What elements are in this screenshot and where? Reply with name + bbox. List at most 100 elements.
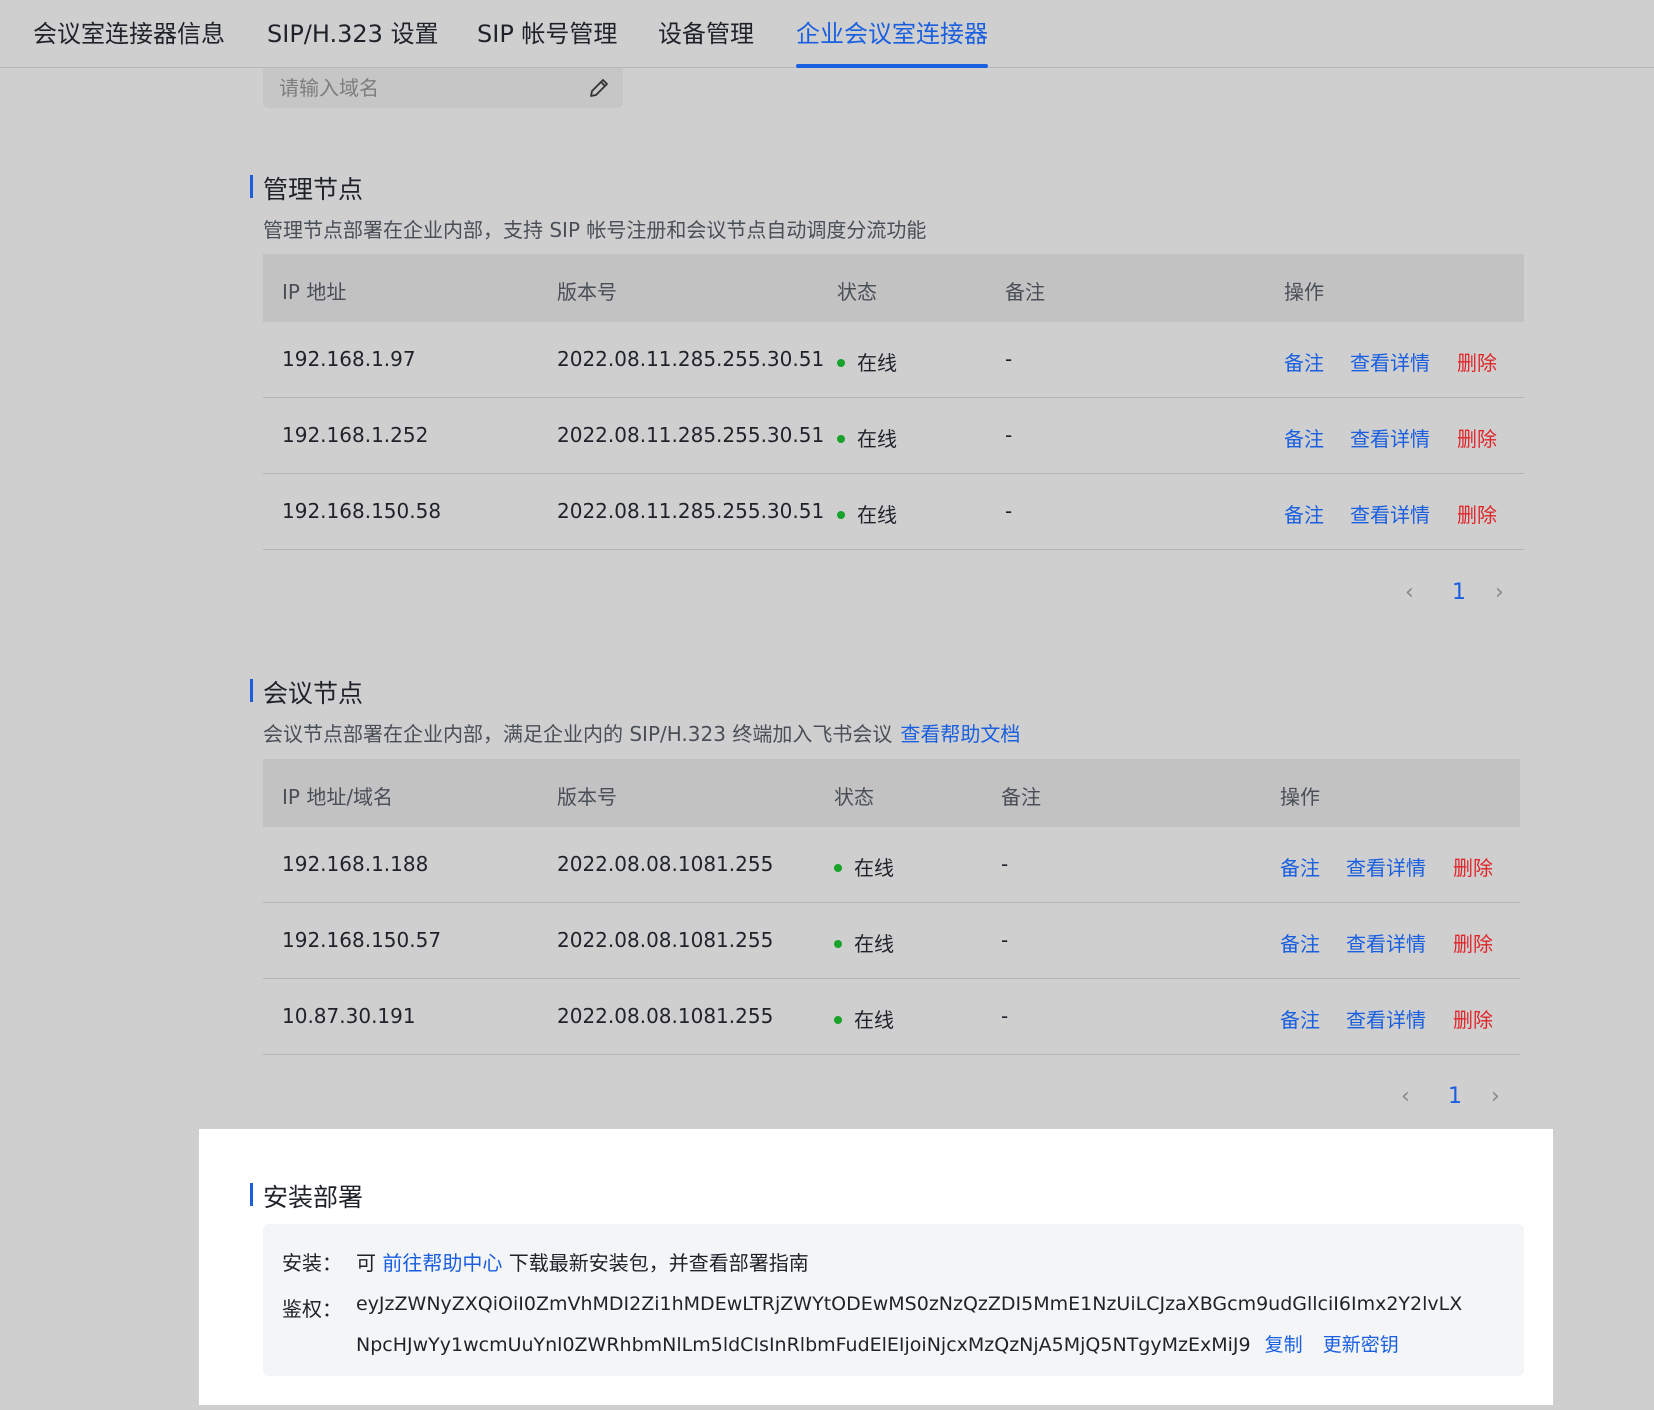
- page-number[interactable]: 1: [1448, 1084, 1462, 1109]
- cell-version: 2022.08.08.1081.255: [557, 852, 774, 876]
- note-button[interactable]: 备注: [1284, 499, 1324, 528]
- tab-device-management[interactable]: 设备管理: [658, 14, 754, 68]
- col-status: 状态: [834, 785, 874, 809]
- cell-note: -: [1001, 928, 1009, 952]
- delete-button[interactable]: 删除: [1457, 423, 1497, 452]
- table-row: 10.87.30.191 2022.08.08.1081.255 在线 - 备注…: [263, 979, 1520, 1055]
- auth-token-line-1: eyJzZWNyZXQiOiI0ZmVhMDI2Zi1hMDEwLTRjZWYt…: [356, 1293, 1463, 1315]
- install-text: 可 前往帮助中心 下载最新安装包，并查看部署指南: [356, 1247, 809, 1276]
- copy-button[interactable]: 复制: [1265, 1334, 1303, 1356]
- meeting-pagination: ‹ 1 ›: [1401, 1084, 1511, 1114]
- page-number[interactable]: 1: [1452, 580, 1466, 605]
- table-header: IP 地址/域名 版本号 状态 备注 操作: [263, 759, 1520, 827]
- tab-sip-account-management[interactable]: SIP 帐号管理: [477, 14, 617, 68]
- cell-note: -: [1001, 852, 1009, 876]
- next-page-chevron-icon[interactable]: ›: [1495, 580, 1504, 605]
- delete-button[interactable]: 删除: [1457, 499, 1497, 528]
- auth-label: 鉴权：: [282, 1297, 342, 1321]
- cell-ip: 192.168.150.57: [282, 928, 442, 952]
- delete-button[interactable]: 删除: [1457, 347, 1497, 376]
- help-doc-link[interactable]: 查看帮助文档: [900, 722, 1020, 746]
- col-version: 版本号: [557, 785, 617, 809]
- status-text: 在线: [857, 351, 897, 375]
- view-details-button[interactable]: 查看详情: [1350, 423, 1430, 452]
- cell-status: 在线: [837, 423, 897, 452]
- cell-note: -: [1005, 499, 1013, 523]
- meeting-section-title: 会议节点: [250, 674, 363, 710]
- online-status-dot-icon: [837, 434, 845, 443]
- col-note: 备注: [1005, 280, 1045, 304]
- view-details-button[interactable]: 查看详情: [1346, 852, 1426, 881]
- prev-page-chevron-icon[interactable]: ‹: [1405, 580, 1414, 605]
- note-button[interactable]: 备注: [1280, 1004, 1320, 1033]
- auth-token-text: NpcHJwYy1wcmUuYnl0ZWRhbmNlLm5ldCIsInRlbm…: [356, 1334, 1251, 1356]
- cell-ip: 192.168.1.252: [282, 423, 429, 447]
- online-status-dot-icon: [834, 939, 842, 948]
- status-text: 在线: [854, 1008, 894, 1032]
- cell-ip: 192.168.1.97: [282, 347, 416, 371]
- online-status-dot-icon: [837, 358, 845, 367]
- col-version: 版本号: [557, 280, 617, 304]
- domain-input-container: [263, 68, 623, 108]
- table-row: 192.168.150.58 2022.08.11.285.255.30.51 …: [263, 474, 1524, 550]
- help-center-link[interactable]: 前往帮助中心: [382, 1251, 502, 1275]
- table-header: IP 地址 版本号 状态 备注 操作: [263, 254, 1524, 322]
- install-prefix: 可: [356, 1251, 376, 1275]
- status-text: 在线: [854, 856, 894, 880]
- cell-ip: 192.168.1.188: [282, 852, 429, 876]
- table-row: 192.168.1.97 2022.08.11.285.255.30.51 在线…: [263, 322, 1524, 398]
- cell-status: 在线: [837, 347, 897, 376]
- note-button[interactable]: 备注: [1284, 347, 1324, 376]
- cell-version: 2022.08.11.285.255.30.51: [557, 499, 825, 523]
- mgmt-pagination: ‹ 1 ›: [1405, 580, 1515, 610]
- cell-version: 2022.08.11.285.255.30.51: [557, 347, 825, 371]
- col-status: 状态: [837, 280, 877, 304]
- delete-button[interactable]: 删除: [1453, 928, 1493, 957]
- status-text: 在线: [857, 503, 897, 527]
- status-text: 在线: [857, 427, 897, 451]
- domain-input[interactable]: [279, 68, 569, 108]
- online-status-dot-icon: [837, 510, 845, 519]
- cell-note: -: [1005, 347, 1013, 371]
- cell-ip: 192.168.150.58: [282, 499, 442, 523]
- tab-sip-h323-settings[interactable]: SIP/H.323 设置: [267, 14, 439, 68]
- cell-ip: 10.87.30.191: [282, 1004, 416, 1028]
- view-details-button[interactable]: 查看详情: [1346, 928, 1426, 957]
- status-text: 在线: [854, 932, 894, 956]
- pencil-edit-icon[interactable]: [587, 76, 611, 100]
- cell-version: 2022.08.08.1081.255: [557, 928, 774, 952]
- tab-enterprise-connector[interactable]: 企业会议室连接器: [796, 14, 988, 68]
- tab-connector-info[interactable]: 会议室连接器信息: [33, 14, 225, 68]
- cell-note: -: [1001, 1004, 1009, 1028]
- install-suffix: 下载最新安装包，并查看部署指南: [508, 1251, 809, 1275]
- top-tab-bar: 会议室连接器信息 SIP/H.323 设置 SIP 帐号管理 设备管理 企业会议…: [0, 0, 1654, 68]
- note-button[interactable]: 备注: [1280, 852, 1320, 881]
- note-button[interactable]: 备注: [1284, 423, 1324, 452]
- mgmt-section-desc: 管理节点部署在企业内部，支持 SIP 帐号注册和会议节点自动调度分流功能: [263, 218, 927, 242]
- col-actions: 操作: [1280, 785, 1320, 809]
- meeting-node-table: IP 地址/域名 版本号 状态 备注 操作 192.168.1.188 2022…: [263, 759, 1520, 1057]
- note-button[interactable]: 备注: [1280, 928, 1320, 957]
- cell-status: 在线: [834, 852, 894, 881]
- view-details-button[interactable]: 查看详情: [1350, 347, 1430, 376]
- table-row: 192.168.1.252 2022.08.11.285.255.30.51 在…: [263, 398, 1524, 474]
- cell-status: 在线: [834, 928, 894, 957]
- table-row: 192.168.1.188 2022.08.08.1081.255 在线 - 备…: [263, 827, 1520, 903]
- install-label: 安装：: [282, 1251, 342, 1275]
- auth-row: 鉴权：: [282, 1293, 342, 1322]
- cell-note: -: [1005, 423, 1013, 447]
- cell-status: 在线: [834, 1004, 894, 1033]
- online-status-dot-icon: [834, 863, 842, 872]
- table-row: 192.168.150.57 2022.08.08.1081.255 在线 - …: [263, 903, 1520, 979]
- meeting-section-desc: 会议节点部署在企业内部，满足企业内的 SIP/H.323 终端加入飞书会议 查看帮…: [263, 718, 1020, 747]
- next-page-chevron-icon[interactable]: ›: [1491, 1084, 1500, 1109]
- prev-page-chevron-icon[interactable]: ‹: [1401, 1084, 1410, 1109]
- renew-key-button[interactable]: 更新密钥: [1323, 1334, 1399, 1356]
- col-ip-domain: IP 地址/域名: [282, 785, 394, 809]
- view-details-button[interactable]: 查看详情: [1350, 499, 1430, 528]
- delete-button[interactable]: 删除: [1453, 852, 1493, 881]
- delete-button[interactable]: 删除: [1453, 1004, 1493, 1033]
- install-section-title: 安装部署: [250, 1178, 363, 1214]
- view-details-button[interactable]: 查看详情: [1346, 1004, 1426, 1033]
- mgmt-section-title: 管理节点: [250, 170, 363, 206]
